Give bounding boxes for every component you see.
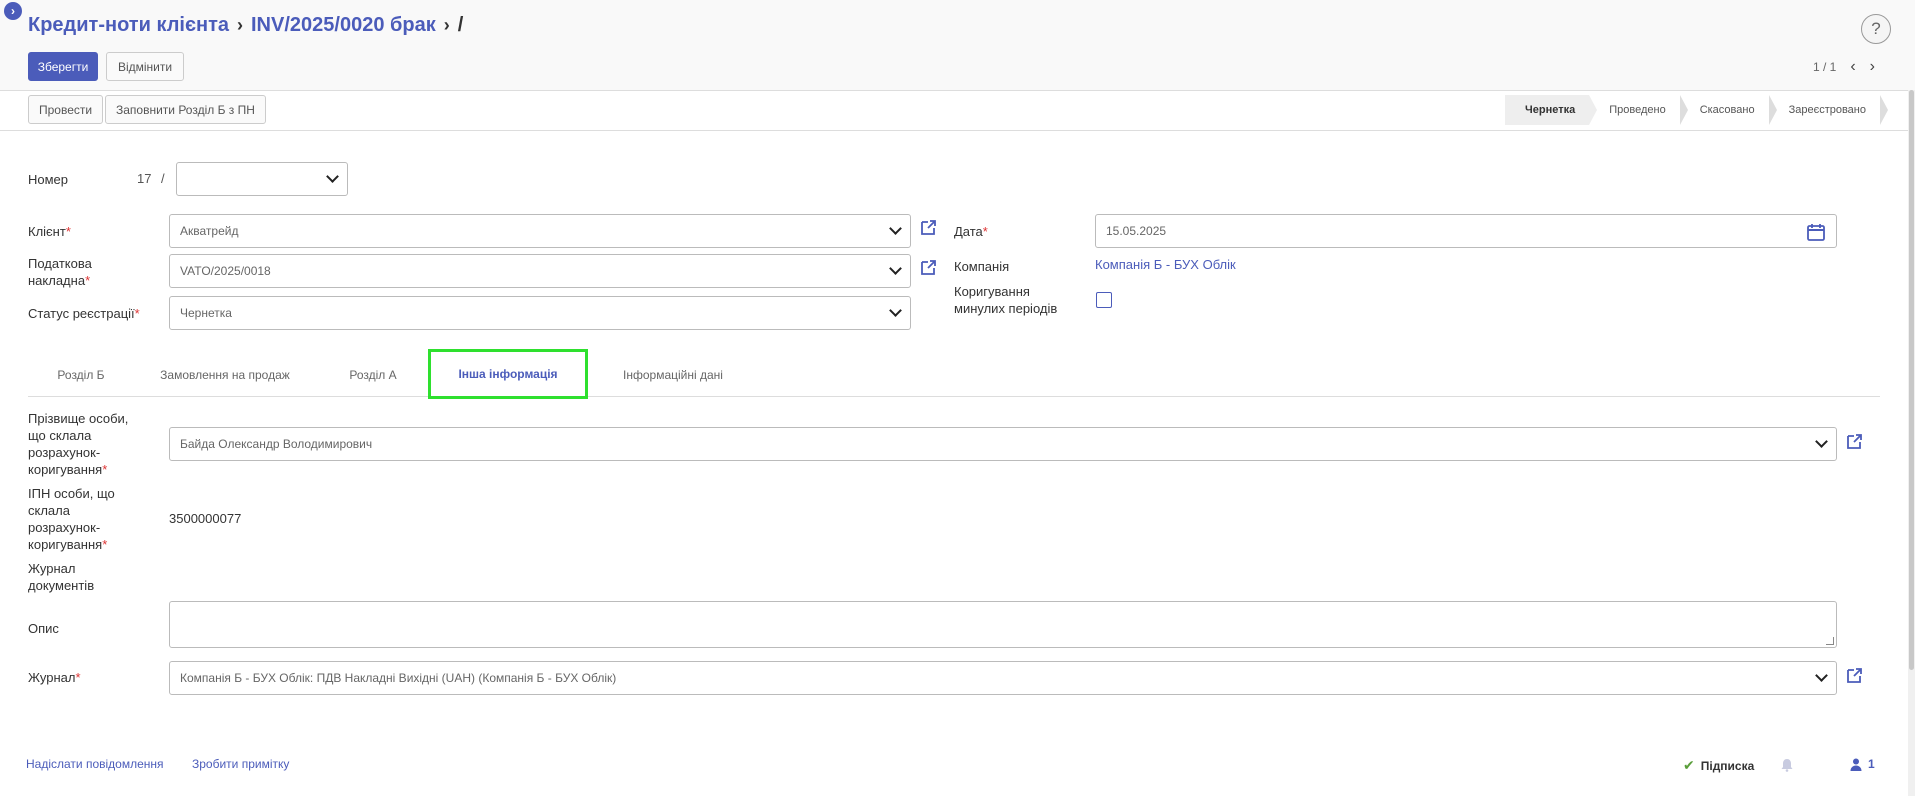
- log-note-link[interactable]: Зробити примітку: [192, 757, 289, 771]
- chevron-down-icon: [1815, 669, 1828, 682]
- journal-value: Компанія Б - БУХ Облік: ПДВ Накладні Вих…: [180, 671, 617, 685]
- post-button[interactable]: Провести: [28, 95, 104, 124]
- chevron-down-icon: [889, 304, 902, 317]
- state-draft[interactable]: Чернетка: [1505, 95, 1598, 125]
- tab-other-info[interactable]: Інша інформація: [428, 349, 588, 399]
- calendar-icon[interactable]: [1806, 222, 1826, 242]
- chatter-bar: Надіслати повідомлення Зробити примітку …: [0, 757, 1908, 796]
- registration-status-label: Статус реєстрації*: [28, 306, 140, 321]
- external-link-icon[interactable]: [919, 259, 937, 277]
- tin-label: ІПН особи, що склала розрахунок-коригува…: [28, 486, 115, 552]
- author-select[interactable]: Байда Олександр Володимирович: [169, 427, 1837, 461]
- journal-select[interactable]: Компанія Б - БУХ Облік: ПДВ Накладні Вих…: [169, 661, 1837, 695]
- tab-section-a[interactable]: Розділ А: [328, 353, 418, 397]
- description-textarea[interactable]: [169, 601, 1837, 648]
- company-label: Компанія: [954, 259, 1010, 274]
- breadcrumb-root[interactable]: Кредит-ноти клієнта: [28, 14, 229, 37]
- chevron-down-icon: [1815, 435, 1828, 448]
- client-value: Акватрейд: [180, 224, 239, 238]
- pager: 1 / 1 ‹ ›: [1813, 58, 1875, 76]
- number-value: 17: [137, 171, 152, 186]
- journal-label: Журнал*: [28, 670, 81, 685]
- company-link[interactable]: Компанія Б - БУХ Облік: [1095, 257, 1236, 272]
- check-icon: ✔: [1683, 757, 1695, 773]
- external-link-icon[interactable]: [1845, 433, 1863, 451]
- number-series-select[interactable]: [176, 162, 348, 196]
- breadcrumb-record[interactable]: INV/2025/0020 брак: [251, 14, 436, 37]
- state-pipeline: Чернетка Проведено Скасовано Зареєстрова…: [1505, 95, 1889, 125]
- date-input[interactable]: 15.05.2025: [1095, 214, 1837, 248]
- state-posted[interactable]: Проведено: [1589, 95, 1689, 125]
- help-button[interactable]: ?: [1861, 14, 1891, 44]
- registration-status-value: Чернетка: [180, 306, 232, 320]
- form-sheet: Провести Заповнити Розділ Б з ПН Чернетк…: [0, 90, 1908, 796]
- save-button[interactable]: Зберегти: [28, 52, 98, 81]
- chevron-down-icon: [889, 222, 902, 235]
- external-link-icon[interactable]: [1845, 667, 1863, 685]
- external-link-icon[interactable]: [919, 219, 937, 237]
- scrollbar-thumb[interactable]: [1909, 90, 1914, 670]
- user-icon: [1850, 758, 1862, 771]
- prev-period-label: Коригування минулих періодів: [954, 284, 1058, 316]
- description-label: Опис: [28, 621, 59, 636]
- subscribe-label: Підписка: [1700, 758, 1755, 773]
- tab-section-b[interactable]: Розділ Б: [42, 353, 120, 397]
- control-panel: › Кредит-ноти клієнта › INV/2025/0020 бр…: [0, 0, 1915, 90]
- breadcrumb: Кредит-ноти клієнта › INV/2025/0020 брак…: [28, 14, 463, 37]
- client-label: Клієнт*: [28, 224, 71, 239]
- tax-invoice-label: Податкова накладна*: [28, 256, 92, 288]
- date-value: 15.05.2025: [1106, 224, 1167, 238]
- prev-period-checkbox[interactable]: [1096, 292, 1112, 308]
- discard-button[interactable]: Відмінити: [106, 52, 184, 81]
- status-bar: Провести Заповнити Розділ Б з ПН Чернетк…: [0, 91, 1908, 131]
- pager-value: 1 / 1: [1812, 60, 1837, 74]
- state-cancelled[interactable]: Скасовано: [1679, 95, 1777, 125]
- state-registered[interactable]: Зареєстровано: [1768, 95, 1889, 125]
- notebook-tabs: Розділ Б Замовлення на продаж Розділ А І…: [28, 349, 1880, 399]
- chevron-down-icon: [889, 262, 902, 275]
- bell-icon[interactable]: [1780, 758, 1794, 772]
- subscribe-button[interactable]: ✔ Підписка: [1683, 757, 1754, 774]
- chevron-right-icon: ›: [443, 15, 450, 35]
- breadcrumb-current: /: [457, 14, 464, 36]
- doc-journal-label: Журнал документів: [28, 561, 95, 593]
- tin-value: 3500000077: [169, 511, 242, 526]
- registration-status-select[interactable]: Чернетка: [169, 296, 911, 330]
- scrollbar[interactable]: [1908, 90, 1915, 796]
- send-message-link[interactable]: Надіслати повідомлення: [26, 757, 164, 771]
- pager-prev-icon[interactable]: ‹: [1850, 58, 1855, 76]
- fill-section-b-button[interactable]: Заповнити Розділ Б з ПН: [105, 95, 266, 124]
- resize-handle-icon[interactable]: [1826, 637, 1834, 645]
- author-label: Прізвище особи, що склала розрахунок-кор…: [28, 411, 129, 477]
- pager-next-icon[interactable]: ›: [1870, 58, 1875, 76]
- chevron-right-icon: ›: [237, 15, 243, 35]
- tax-invoice-value: VATO/2025/0018: [180, 264, 271, 278]
- tab-sales-orders[interactable]: Замовлення на продаж: [140, 353, 310, 397]
- date-label: Дата*: [954, 224, 988, 239]
- number-label: Номер: [28, 172, 69, 187]
- tax-invoice-select[interactable]: VATO/2025/0018: [169, 254, 911, 288]
- chevron-down-icon: [326, 170, 339, 183]
- followers-count: 1: [1868, 757, 1875, 771]
- number-separator: /: [161, 171, 165, 186]
- tab-info-data[interactable]: Інформаційні дані: [598, 353, 748, 397]
- client-select[interactable]: Акватрейд: [169, 214, 911, 248]
- followers-button[interactable]: 1: [1850, 757, 1875, 771]
- author-value: Байда Олександр Володимирович: [180, 437, 373, 451]
- sidebar-toggle-icon[interactable]: ›: [4, 2, 22, 20]
